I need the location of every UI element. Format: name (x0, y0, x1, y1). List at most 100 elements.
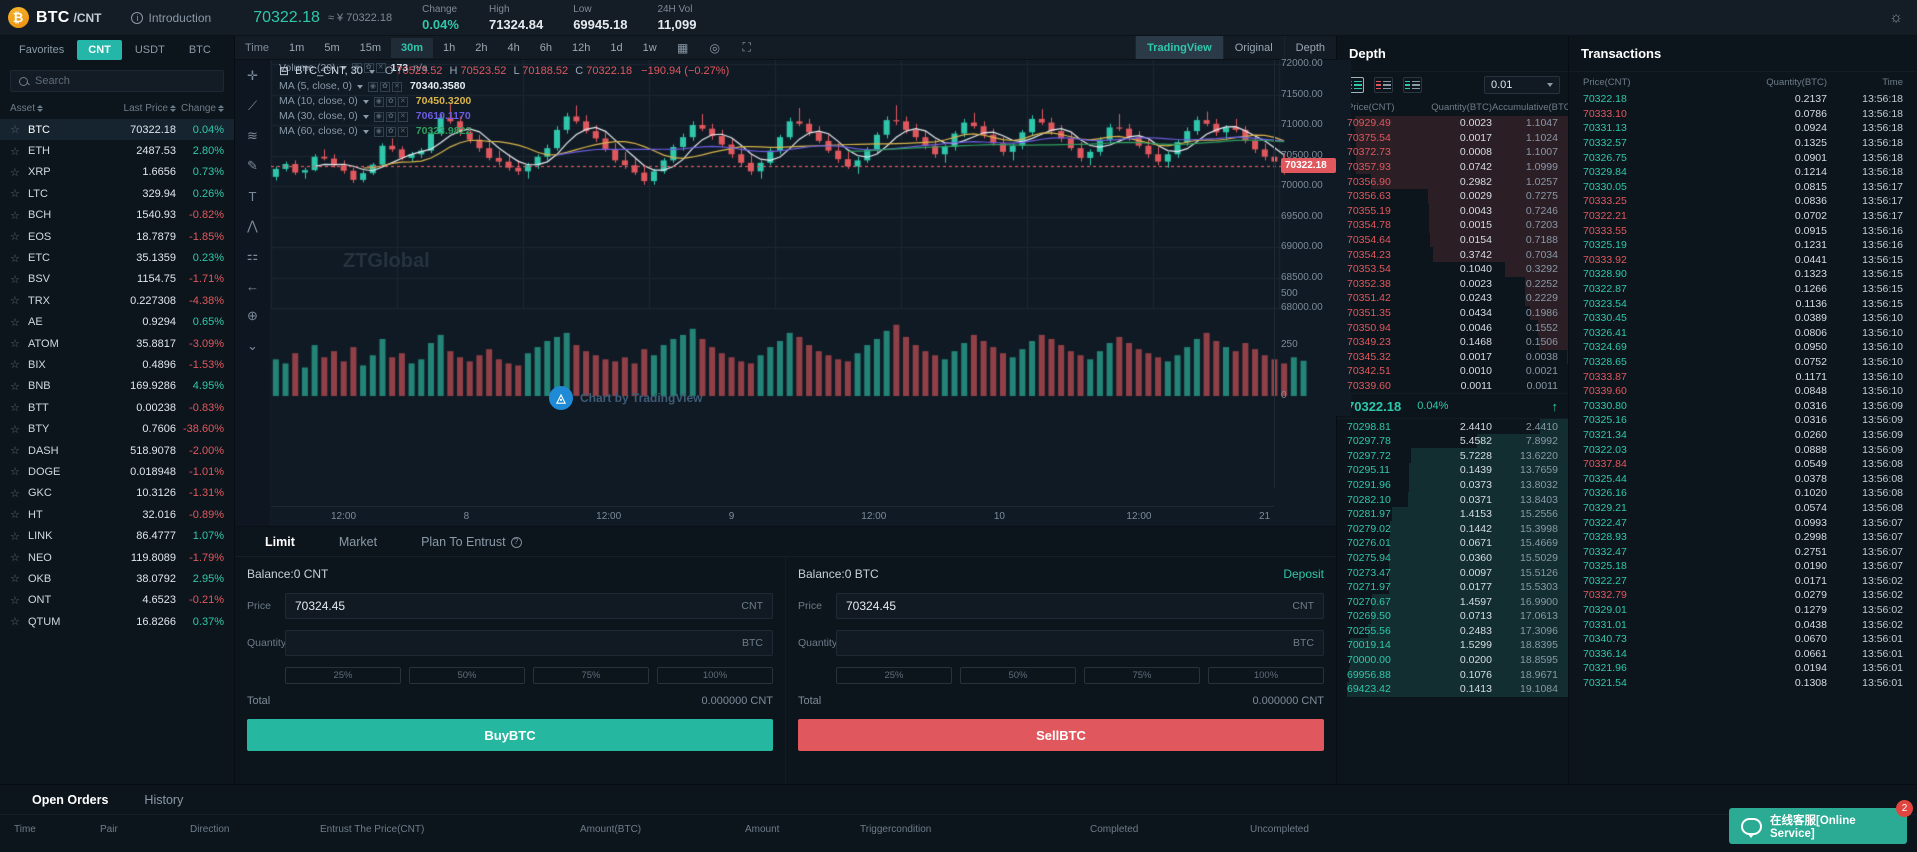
asset-row[interactable]: ☆ BTC 70322.18 0.04% (0, 119, 234, 141)
asset-row[interactable]: ☆ GKC 10.3126 -1.31% (0, 483, 234, 504)
depth-row[interactable]: 70282.10 0.0371 13.8403 (1337, 492, 1568, 507)
gear-icon[interactable]: ✿ (379, 81, 390, 92)
asset-row[interactable]: ☆ BSV 1154.75 -1.71% (0, 269, 234, 290)
introduction-link[interactable]: i Introduction (131, 11, 211, 25)
depth-row[interactable]: 70354.64 0.0154 0.7188 (1337, 232, 1568, 248)
asset-row[interactable]: ☆ BTT 0.00238 -0.83% (0, 397, 234, 418)
buy-price-input[interactable] (295, 599, 742, 613)
depth-row[interactable]: 70372.73 0.0008 1.1007 (1337, 145, 1568, 160)
asset-row[interactable]: ☆ ETC 35.1359 0.23% (0, 247, 234, 268)
depth-row[interactable]: 70291.96 0.0373 13.8032 (1337, 477, 1568, 493)
depth-row[interactable]: 70297.72 5.7228 13.6220 (1337, 448, 1568, 464)
orders-tab-open-orders[interactable]: Open Orders (14, 785, 126, 815)
chevron-down-icon[interactable] (362, 129, 369, 134)
sell-price-input[interactable] (846, 599, 1293, 613)
timeframe-12h[interactable]: 12h (562, 38, 600, 58)
depth-row[interactable]: 70353.54 0.1040 0.3292 (1337, 261, 1568, 277)
asset-row[interactable]: ☆ ETH 2487.53 2.80% (0, 140, 234, 161)
favorite-star-icon[interactable]: ☆ (10, 166, 28, 179)
help-icon[interactable]: ? (510, 536, 522, 548)
col-asset[interactable]: Asset (10, 103, 98, 114)
depth-row[interactable]: 70000.00 0.0200 18.8595 (1337, 652, 1568, 668)
chevron-down-icon[interactable] (362, 114, 369, 119)
asset-row[interactable]: ☆ NEO 119.8089 -1.79% (0, 547, 234, 568)
close-icon[interactable]: ✕ (397, 126, 408, 137)
depth-row[interactable]: 70350.94 0.0046 0.1552 (1337, 320, 1568, 335)
favorite-star-icon[interactable]: ☆ (10, 487, 28, 500)
depth-row[interactable]: 70375.54 0.0017 1.1024 (1337, 130, 1568, 146)
sell-deposit-link[interactable]: Deposit (1283, 567, 1324, 581)
favorite-star-icon[interactable]: ☆ (10, 444, 28, 457)
close-icon[interactable]: ✕ (397, 96, 408, 107)
depth-row[interactable]: 70357.93 0.0742 1.0999 (1337, 159, 1568, 175)
timeframe-1h[interactable]: 1h (433, 38, 465, 58)
search-box[interactable] (10, 70, 224, 92)
asset-row[interactable]: ☆ LTC 329.94 0.26% (0, 183, 234, 204)
depth-row[interactable]: 70279.02 0.1442 15.3998 (1337, 521, 1568, 537)
favorite-star-icon[interactable]: ☆ (10, 187, 28, 200)
asset-row[interactable]: ☆ ATOM 35.8817 -3.09% (0, 333, 234, 354)
search-input[interactable] (35, 75, 215, 87)
zoom-icon[interactable]: ⊕ (242, 306, 264, 326)
order-tab-market[interactable]: Market (317, 527, 399, 557)
settings-icon[interactable]: ⚏ (242, 246, 264, 266)
depth-row[interactable]: 70276.01 0.0671 15.4669 (1337, 536, 1568, 551)
sell-qty-input[interactable] (846, 636, 1293, 650)
asset-row[interactable]: ☆ BNB 169.9286 4.95% (0, 376, 234, 397)
collapse-legend-icon[interactable]: ⊟ (279, 64, 289, 79)
favorite-star-icon[interactable]: ☆ (10, 551, 28, 564)
sell-percent-50[interactable]: 50% (960, 667, 1076, 684)
depth-row[interactable]: 70354.78 0.0015 0.7203 (1337, 218, 1568, 233)
asset-row[interactable]: ☆ DASH 518.9078 -2.00% (0, 440, 234, 461)
fib-icon[interactable]: ≋ (242, 126, 264, 146)
favorite-star-icon[interactable]: ☆ (10, 465, 28, 478)
depth-row[interactable]: 70355.19 0.0043 0.7246 (1337, 203, 1568, 219)
chart-canvas-area[interactable]: ⊟ BTC_CNT, 30 O 70523.52 H 70523.52 L 70… (271, 58, 1351, 526)
close-icon[interactable]: ✕ (391, 81, 402, 92)
timeframe-15m[interactable]: 15m (350, 38, 391, 58)
asset-row[interactable]: ☆ HT 32.016 -0.89% (0, 504, 234, 525)
depth-view-asks-icon[interactable] (1374, 77, 1393, 93)
depth-row[interactable]: 70281.97 1.4153 15.2556 (1337, 506, 1568, 522)
asset-row[interactable]: ☆ BCH 1540.93 -0.82% (0, 205, 234, 226)
asset-row[interactable]: ☆ LINK 86.4777 1.07% (0, 525, 234, 546)
sell-price-input-wrap[interactable]: CNT (836, 593, 1324, 619)
gear-icon[interactable]: ✿ (385, 111, 396, 122)
market-tab-usdt[interactable]: USDT (124, 40, 176, 60)
brush-icon[interactable]: ✎ (242, 156, 264, 176)
asset-row[interactable]: ☆ ONT 4.6523 -0.21% (0, 590, 234, 611)
favorite-star-icon[interactable]: ☆ (10, 423, 28, 436)
asset-row[interactable]: ☆ QTUM 16.8266 0.37% (0, 611, 234, 632)
buy-qty-input[interactable] (295, 636, 742, 650)
chart-view-depth[interactable]: Depth (1283, 36, 1336, 59)
order-tab-plan-to-entrust[interactable]: Plan To Entrust? (399, 527, 544, 557)
eye-icon[interactable]: ◉ (367, 81, 378, 92)
theme-toggle-icon[interactable]: ☼ (1889, 9, 1903, 26)
depth-row[interactable]: 70351.35 0.0434 0.1986 (1337, 305, 1568, 321)
buy-qty-input-wrap[interactable]: BTC (285, 630, 773, 656)
buy-percent-25[interactable]: 25% (285, 667, 401, 684)
order-tab-limit[interactable]: Limit (243, 527, 317, 557)
text-icon[interactable]: T (242, 186, 264, 206)
sell-button[interactable]: SellBTC (798, 719, 1324, 751)
back-icon[interactable]: ← (242, 276, 264, 296)
depth-row[interactable]: 70271.97 0.0177 15.5303 (1337, 579, 1568, 595)
asset-row[interactable]: ☆ DOGE 0.018948 -1.01% (0, 461, 234, 482)
fullscreen-icon[interactable]: ⛶ (731, 40, 763, 55)
asset-row[interactable]: ☆ TRX 0.227308 -4.38% (0, 290, 234, 311)
chevron-down-icon[interactable] (368, 69, 375, 74)
depth-row[interactable]: 70356.63 0.0029 0.7275 (1337, 188, 1568, 204)
market-tab-cnt[interactable]: CNT (77, 40, 122, 60)
sell-percent-100[interactable]: 100% (1208, 667, 1324, 684)
col-change[interactable]: Change (176, 103, 224, 114)
depth-row[interactable]: 70342.51 0.0010 0.0021 (1337, 364, 1568, 379)
favorite-star-icon[interactable]: ☆ (10, 401, 28, 414)
favorite-star-icon[interactable]: ☆ (10, 615, 28, 628)
close-icon[interactable]: ✕ (397, 111, 408, 122)
buy-percent-100[interactable]: 100% (657, 667, 773, 684)
asset-row[interactable]: ☆ BIX 0.4896 -1.53% (0, 354, 234, 375)
favorite-star-icon[interactable]: ☆ (10, 530, 28, 543)
eye-icon[interactable]: ◉ (373, 126, 384, 137)
favorite-star-icon[interactable]: ☆ (10, 358, 28, 371)
favorite-star-icon[interactable]: ☆ (10, 380, 28, 393)
